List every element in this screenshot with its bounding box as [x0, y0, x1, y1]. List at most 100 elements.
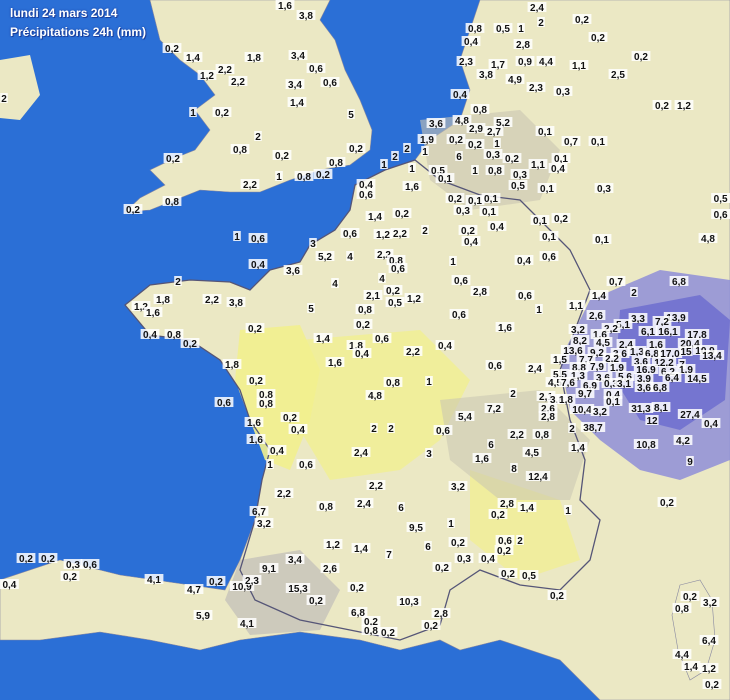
observation-value: 0,4 [438, 341, 452, 352]
observation-value: 0,2 [63, 572, 77, 583]
observation-value: 1 [536, 305, 542, 316]
observation-value: 1,6 [405, 182, 419, 193]
observation-value: 0,2 [683, 592, 697, 603]
observation-value: 0,4 [355, 349, 369, 360]
observation-value: 0,2 [435, 563, 449, 574]
observation-value: 0,2 [424, 621, 438, 632]
observation-value: 9 [687, 457, 693, 468]
observation-value: 1,2 [326, 540, 340, 551]
observation-value: 1 [472, 166, 478, 177]
observation-value: 0,2 [275, 151, 289, 162]
observation-value: 6,1 [641, 327, 655, 338]
observation-value: 0,2 [381, 628, 395, 639]
observation-value: 6 [456, 152, 462, 163]
observation-value: 1 [422, 147, 428, 158]
observation-value: 27,4 [680, 410, 700, 421]
observation-value: 2,2 [243, 180, 257, 191]
observation-value: 3,8 [229, 298, 243, 309]
observation-value: 4,9 [508, 75, 522, 86]
observation-value: 3,1 [617, 379, 631, 390]
observation-value: 2,2 [218, 65, 232, 76]
observation-value: 4,1 [240, 619, 254, 630]
observation-value: 0,2 [183, 339, 197, 350]
observation-value: 9,5 [409, 523, 423, 534]
observation-value: 0,2 [461, 226, 475, 237]
observation-value: 0,7 [609, 277, 623, 288]
observation-value: 0,8 [329, 158, 343, 169]
map-canvas: 1,63,80,21,42,21,22,21,8 3,40,63,4 0,61,45… [0, 0, 730, 700]
observation-value: 15,3 [288, 584, 308, 595]
observation-value: 3,6 [286, 266, 300, 277]
observation-value: 0,6 [542, 252, 556, 263]
observation-value: 5,2 [318, 252, 332, 263]
observation-value: 0,2 [350, 583, 364, 594]
observation-value: 1,6 [328, 358, 342, 369]
observation-value: 0,2 [41, 554, 55, 565]
observation-value: 2,4 [357, 499, 371, 510]
observation-value: 10,3 [399, 597, 419, 608]
observation-value: 0,1 [538, 127, 552, 138]
observation-value: 1,8 [156, 295, 170, 306]
observation-value: 1,5 [553, 355, 567, 366]
observation-value: 4,8 [368, 391, 382, 402]
observation-value: 6 [398, 503, 404, 514]
observation-value: 0,2 [19, 554, 33, 565]
observation-value: 2,2 [277, 489, 291, 500]
observation-value: 2,4 [530, 3, 544, 14]
observation-value: 0,2 [634, 52, 648, 63]
observation-value: 0,5 [496, 24, 510, 35]
observation-value: 2,2 [510, 430, 524, 441]
observation-value: 3,6 [637, 383, 651, 394]
observation-value: 0,4 [291, 425, 305, 436]
observation-value: 0,2 [356, 320, 370, 331]
observation-value: 2 [631, 288, 637, 299]
observation-value: 0,2 [395, 209, 409, 220]
observation-value: 0,2 [386, 286, 400, 297]
observation-value: 2,2 [369, 481, 383, 492]
observation-value: 0,8 [675, 604, 689, 615]
observation-value: 0,8 [473, 105, 487, 116]
observation-value: 0,4 [481, 554, 495, 565]
observation-value: 3 [426, 449, 432, 460]
observation-value: 0,3 [457, 554, 471, 565]
observation-value: 0,4 [251, 260, 265, 271]
observation-value: 0,1 [540, 184, 554, 195]
observation-value: 0,8 [535, 430, 549, 441]
observation-value: 0,3 [513, 170, 527, 181]
observation-value: 3,2 [257, 519, 271, 530]
observation-value: 0,2 [449, 135, 463, 146]
observation-value: 0,8 [297, 172, 311, 183]
observation-value: 3,2 [571, 325, 585, 336]
observation-value: 1,2 [702, 664, 716, 675]
observation-value: 2 [175, 277, 181, 288]
observation-value: 0,4 [2, 580, 16, 591]
observation-value: 6 [425, 542, 431, 553]
observation-value: 2,8 [500, 499, 514, 510]
observation-value: 0,1 [591, 137, 605, 148]
observation-value: 2 [422, 226, 428, 237]
observation-value: 0,2 [166, 154, 180, 165]
observation-value: 1,4 [520, 503, 534, 514]
observation-value: 0,2 [249, 376, 263, 387]
observation-value: 1 [234, 232, 240, 243]
observation-value: 2,8 [541, 412, 555, 423]
observation-value: 0,1 [542, 232, 556, 243]
observation-value: 0,4 [464, 37, 478, 48]
observation-value: 3,4 [291, 51, 305, 62]
observation-value: 1,4 [592, 291, 606, 302]
observation-value: 2,3 [245, 576, 259, 587]
observation-value: 0,6 [251, 234, 265, 245]
observation-value: 0,2 [349, 144, 363, 155]
observation-value: 1,6 [249, 435, 263, 446]
observation-value: 0,2 [705, 680, 719, 691]
observation-value: 0,8 [364, 626, 378, 637]
observation-value: 0,6 [452, 310, 466, 321]
observation-value: 1,6 [498, 323, 512, 334]
observation-value: 2 [538, 18, 544, 29]
observation-value: 0,2 [316, 170, 330, 181]
observation-value: 3,6 [429, 119, 443, 130]
observation-value: 0,2 [591, 33, 605, 44]
observation-value: 0,4 [704, 419, 718, 430]
observation-value: 1,4 [186, 53, 200, 64]
observation-value: 1,4 [368, 212, 382, 223]
